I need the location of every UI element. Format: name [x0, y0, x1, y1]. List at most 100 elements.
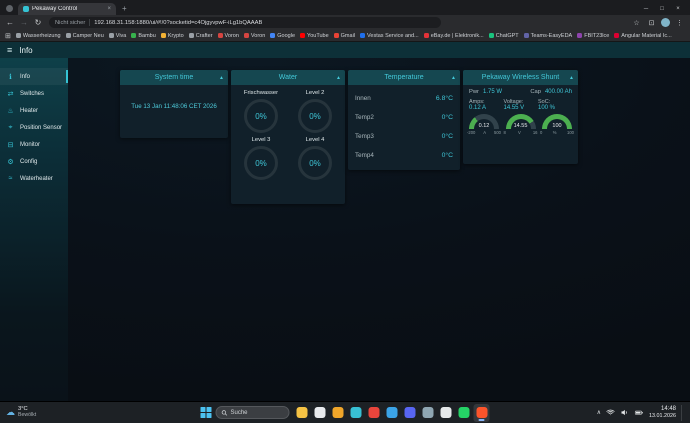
discord-icon[interactable] — [402, 404, 418, 422]
taskbar-search[interactable]: Suche — [216, 406, 290, 419]
sidebar-item-waterheater[interactable]: ≈Waterheater — [0, 170, 68, 187]
explorer-icon[interactable] — [294, 404, 310, 422]
new-tab-button[interactable]: + — [122, 4, 127, 13]
gauge-unit-label: V — [518, 130, 521, 135]
bookmark-item[interactable]: Crafter — [189, 33, 213, 39]
window-close-button[interactable]: × — [670, 2, 686, 15]
shunt-metric-value: 100 % — [538, 105, 555, 111]
whatsapp-glyph — [458, 407, 469, 418]
bookmark-item[interactable]: ChatGPT — [489, 33, 519, 39]
collapse-caret-icon[interactable]: ▲ — [569, 75, 574, 81]
show-desktop-button[interactable] — [681, 405, 684, 421]
sidebar-item-heater[interactable]: ♨Heater — [0, 102, 68, 119]
bookmark-label: FBIT23lce — [584, 33, 609, 39]
mail-icon[interactable] — [312, 404, 328, 422]
gauge-reading: 0.12 — [469, 123, 499, 129]
bookmark-star-icon[interactable]: ☆ — [631, 19, 642, 27]
start-button[interactable] — [201, 407, 212, 418]
bookmark-favicon-icon — [334, 33, 339, 38]
apps-grid-icon[interactable]: ⊞ — [5, 32, 11, 40]
system-time-card-header[interactable]: System time ▲ — [120, 70, 228, 85]
temperature-card: Temperature ▲ Innen6.8°CTemp20°CTemp30°C… — [348, 70, 460, 170]
water-gauge: Level 20% — [289, 90, 341, 133]
collapse-caret-icon[interactable]: ▲ — [336, 75, 341, 81]
vscode-icon[interactable] — [384, 404, 400, 422]
bookmark-label: Voron — [251, 33, 265, 39]
steam-icon[interactable] — [420, 404, 436, 422]
bookmark-item[interactable]: Viva — [109, 33, 127, 39]
battery-icon[interactable] — [634, 408, 644, 417]
volume-icon[interactable] — [620, 408, 629, 417]
taskbar-weather-widget[interactable]: ☁ 3°C Bewölkt — [6, 406, 156, 419]
gauge-max-label: 100 — [567, 130, 574, 135]
temperature-card-title: Temperature — [384, 74, 423, 81]
taskbar-clock[interactable]: 14:48 13.01.2026 — [649, 406, 676, 420]
bookmark-item[interactable]: Voron — [218, 33, 239, 39]
level-gauge-ring: 0% — [244, 99, 278, 133]
water-gauge: Level 40% — [289, 137, 341, 180]
bookmark-item[interactable]: YouTube — [300, 33, 329, 39]
bookmark-label: Gmail — [341, 33, 355, 39]
bookmark-item[interactable]: Google — [270, 33, 295, 39]
address-bar[interactable]: Nicht sicher 192.168.31.158:1880/ui/#!/0… — [49, 17, 441, 28]
shunt-power-row: Pwr 1.75 W Cap 400.00 Ah — [463, 85, 578, 97]
temperature-rows: Innen6.8°CTemp20°CTemp30°CTemp40°C — [348, 85, 460, 169]
edge-icon[interactable] — [348, 404, 364, 422]
github-glyph — [440, 407, 451, 418]
shunt-card-header[interactable]: Pekaway Wireless Shunt ▲ — [463, 70, 578, 85]
water-card-header[interactable]: Water ▲ — [231, 70, 345, 85]
tray-chevron-up-icon[interactable]: ∧ — [597, 409, 601, 416]
whatsapp-icon[interactable] — [456, 404, 472, 422]
bookmark-item[interactable]: Bambu — [131, 33, 155, 39]
taskbar: ☁ 3°C Bewölkt Suche ∧ — [0, 401, 690, 423]
wifi-icon[interactable] — [606, 408, 615, 417]
browser-tab[interactable]: Pekaway Control × — [18, 3, 116, 15]
bookmark-item[interactable]: Camper Neu — [66, 33, 104, 39]
vscode-glyph — [386, 407, 397, 418]
collapse-caret-icon[interactable]: ▲ — [219, 75, 224, 81]
reload-icon[interactable]: ↻ — [33, 18, 43, 27]
sidebar-item-config[interactable]: ⚙Config — [0, 153, 68, 170]
bookmark-item[interactable]: Gmail — [334, 33, 355, 39]
window-maximize-button[interactable]: □ — [654, 2, 670, 15]
brave-icon[interactable] — [474, 404, 490, 422]
sidebar-item-monitor[interactable]: ⊟Monitor — [0, 136, 68, 153]
address-divider — [89, 19, 90, 26]
photos-icon[interactable] — [330, 404, 346, 422]
browser-logo-icon[interactable] — [6, 5, 13, 12]
chrome-icon[interactable] — [366, 404, 382, 422]
profile-avatar[interactable] — [661, 18, 670, 27]
gauge-ticks: 0%100 — [540, 130, 574, 135]
bookmark-label: Camper Neu — [73, 33, 104, 39]
sidebar-item-switches[interactable]: ⇄Switches — [0, 85, 68, 102]
sidebar: ℹInfo⇄Switches♨Heater⌖Position Sensor⊟Mo… — [0, 58, 68, 401]
url-text[interactable]: 192.168.31.158:1880/ui/#!/0?socketid=c4O… — [94, 20, 262, 26]
search-icon — [222, 410, 228, 416]
tab-close-icon[interactable]: × — [107, 6, 111, 12]
hamburger-menu-icon[interactable]: ≡ — [7, 45, 12, 55]
collapse-caret-icon[interactable]: ▲ — [451, 75, 456, 81]
bookmark-item[interactable]: eBay.de | Elektronik... — [424, 33, 484, 39]
forward-icon[interactable]: → — [19, 18, 29, 27]
bookmark-item[interactable]: Vestas Service and... — [360, 33, 419, 39]
mail-glyph — [314, 407, 325, 418]
bookmark-item[interactable]: Angular Material Ic... — [614, 33, 671, 39]
gauge-min-label: 0 — [540, 130, 542, 135]
temperature-card-header[interactable]: Temperature ▲ — [348, 70, 460, 85]
bookmark-item[interactable]: Voron — [244, 33, 265, 39]
github-icon[interactable] — [438, 404, 454, 422]
window-minimize-button[interactable]: ─ — [638, 2, 654, 15]
shunt-cap-value: 400.00 Ah — [545, 89, 572, 95]
back-icon[interactable]: ← — [5, 18, 15, 27]
bookmark-favicon-icon — [270, 33, 275, 38]
security-label[interactable]: Nicht sicher — [55, 20, 85, 26]
extensions-icon[interactable]: ⊡ — [646, 19, 657, 27]
bookmark-item[interactable]: Wasserheizung — [16, 33, 61, 39]
bookmark-item[interactable]: FBIT23lce — [577, 33, 609, 39]
sidebar-item-position-sensor[interactable]: ⌖Position Sensor — [0, 119, 68, 136]
bookmark-item[interactable]: Teams-EasyEDA — [524, 33, 573, 39]
temperature-label: Temp4 — [355, 152, 374, 159]
bookmark-item[interactable]: Krypto — [161, 33, 184, 39]
browser-menu-icon[interactable]: ⋮ — [674, 19, 685, 27]
sidebar-item-info[interactable]: ℹInfo — [0, 68, 68, 85]
